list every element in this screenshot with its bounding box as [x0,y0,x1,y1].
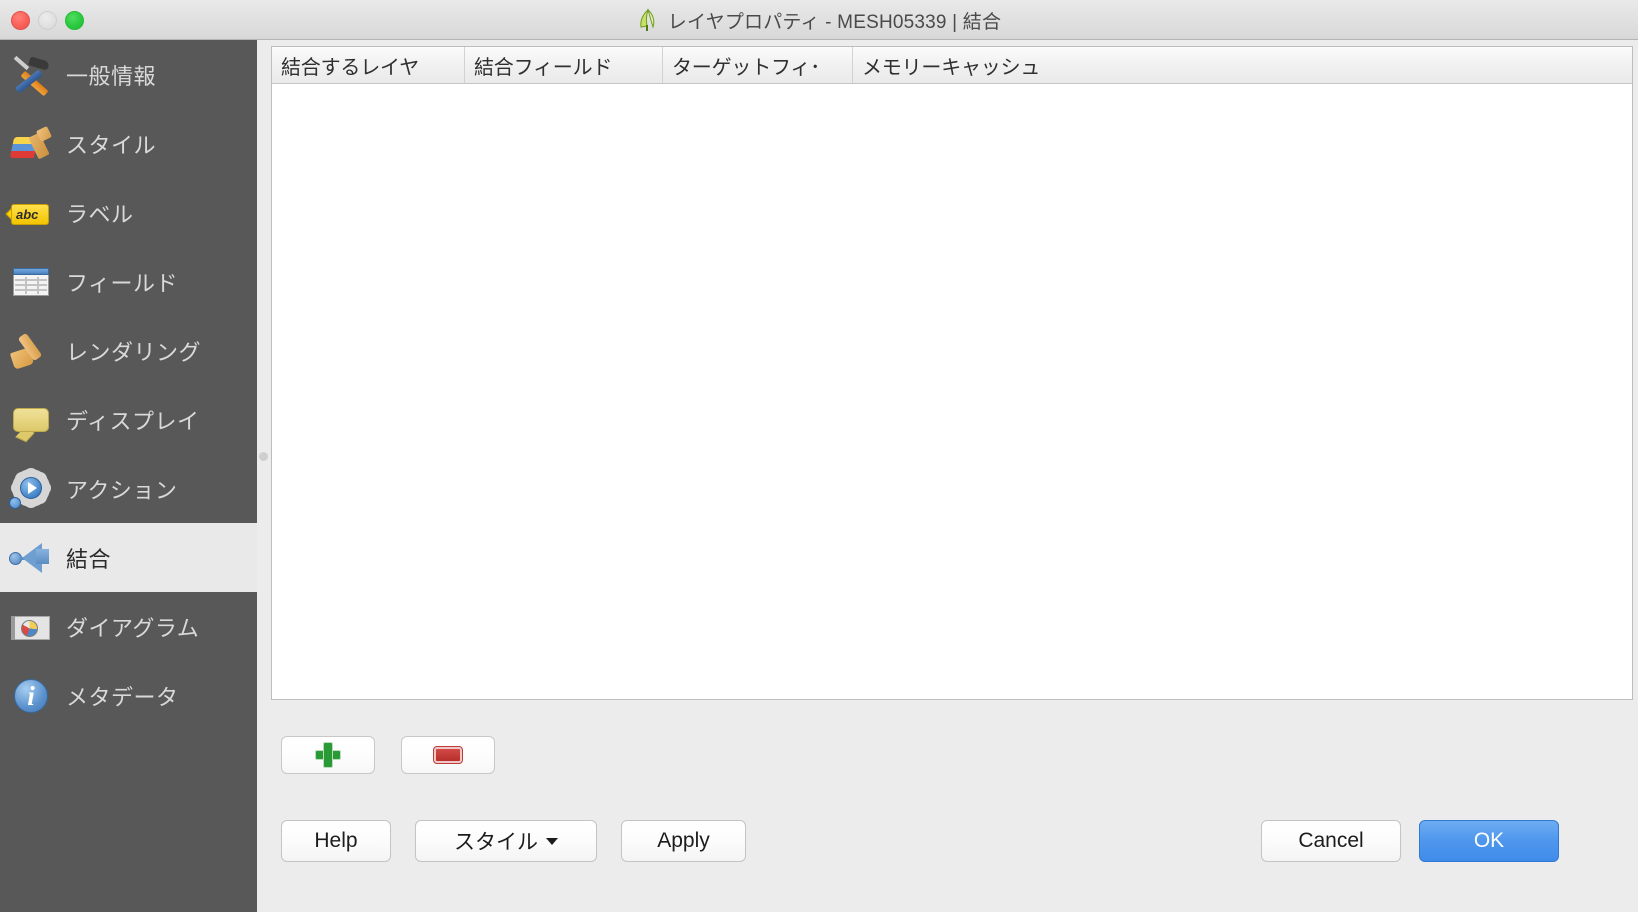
joins-panel: 結合するレイヤ 結合フィールド ターゲットフィ･ メモリーキャッシュ Help [269,40,1638,912]
title-bar: レイヤプロパティ - MESH05339 | 結合 [0,0,1638,40]
apply-button-label: Apply [657,829,710,852]
sidebar-item-diagrams[interactable]: ダイアグラム [0,592,257,661]
ok-button-label: OK [1473,829,1505,852]
hammer-screwdriver-icon [8,52,54,98]
sidebar-item-label: メタデータ [66,684,179,710]
sidebar-item-label: 一般情報 [66,63,157,89]
joins-table-header: 結合するレイヤ 結合フィールド ターゲットフィ･ メモリーキャッシュ [272,47,1632,84]
sidebar-item-labels[interactable]: abc ラベル [0,178,257,247]
splitter-handle[interactable] [259,452,268,461]
help-button-label: Help [314,829,358,852]
abc-label-tag-icon: abc [5,190,54,236]
apply-button[interactable]: Apply [621,820,746,862]
add-join-button[interactable] [281,736,375,774]
pie-chart-map-icon [8,604,54,650]
remove-join-button[interactable] [401,736,495,774]
layer-properties-dialog: レイヤプロパティ - MESH05339 | 結合 一般情報 スタイル abc … [0,0,1638,912]
sidebar: 一般情報 スタイル abc ラベル フィールド レンダリング ディスプレイ アク… [0,40,257,912]
sidebar-item-fields[interactable]: フィールド [0,247,257,316]
plus-icon [315,742,341,768]
table-grid-icon [8,259,54,305]
sidebar-item-general[interactable]: 一般情報 [0,40,257,109]
sidebar-item-label: 結合 [66,546,112,572]
sidebar-item-joins[interactable]: 結合 [0,523,257,592]
sidebar-item-label: ラベル [66,201,134,227]
minus-icon [433,746,463,764]
speech-bubble-icon [8,397,54,443]
sidebar-item-style[interactable]: スタイル [0,109,257,178]
column-header-target-field[interactable]: ターゲットフィ･ [663,47,853,83]
sidebar-item-metadata[interactable]: i メタデータ [0,661,257,730]
help-button[interactable]: Help [281,820,391,862]
joins-row-toolbar [281,736,495,774]
sidebar-item-label: アクション [66,477,178,503]
sidebar-splitter[interactable] [257,40,269,912]
sidebar-item-label: フィールド [66,270,179,296]
ok-button[interactable]: OK [1419,820,1559,862]
chevron-down-icon [546,837,558,845]
window-controls [11,11,84,30]
dialog-button-bar: Help スタイル Apply Cancel OK [269,820,1638,880]
sidebar-item-label: レンダリング [66,339,202,365]
column-header-join-field[interactable]: 結合フィールド [465,47,663,83]
style-button-label: スタイル [454,831,538,854]
cancel-button[interactable]: Cancel [1261,820,1401,862]
info-circle-icon: i [8,673,54,719]
sidebar-item-label: ディスプレイ [66,408,200,434]
join-arrow-icon [8,535,54,581]
joins-table-body[interactable] [272,84,1632,699]
column-header-join-layer[interactable]: 結合するレイヤ [272,47,465,83]
window-title: レイヤプロパティ - MESH05339 | 結合 [667,11,1002,33]
style-menu-button[interactable]: スタイル [415,820,597,862]
gear-play-icon [8,466,54,512]
minimize-button[interactable] [38,11,57,30]
joins-table[interactable]: 結合するレイヤ 結合フィールド ターゲットフィ･ メモリーキャッシュ [271,46,1633,700]
qgis-logo-icon [637,8,659,32]
title-center-group: レイヤプロパティ - MESH05339 | 結合 [0,0,1638,40]
sidebar-item-rendering[interactable]: レンダリング [0,316,257,385]
paint-brush-color-icon [8,121,54,167]
cancel-button-label: Cancel [1298,829,1364,852]
render-brush-icon [8,328,54,374]
sidebar-item-display[interactable]: ディスプレイ [0,385,257,454]
close-button[interactable] [11,11,30,30]
sidebar-item-actions[interactable]: アクション [0,454,257,523]
column-header-memory-cache[interactable]: メモリーキャッシュ [853,47,1632,83]
maximize-button[interactable] [65,11,84,30]
sidebar-item-label: ダイアグラム [66,615,200,641]
sidebar-item-label: スタイル [66,132,157,158]
